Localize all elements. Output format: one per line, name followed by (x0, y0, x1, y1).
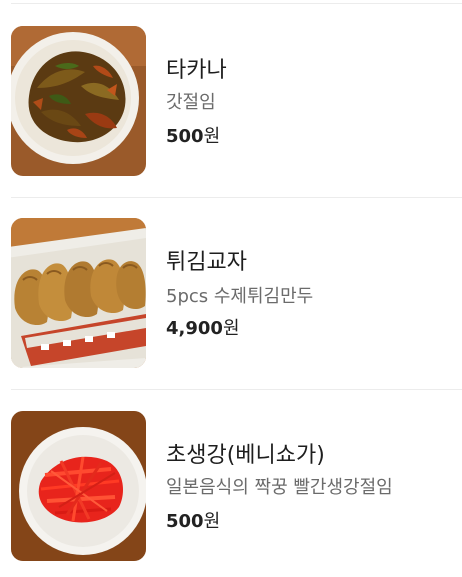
fried-gyoza-image (11, 218, 146, 368)
menu-item-name: 초생강(베니쇼가) (166, 443, 325, 468)
menu-item-takana[interactable]: 타카나 갓절임 500원 (0, 26, 462, 176)
price-amount: 4,900 (166, 318, 223, 339)
price-amount: 500 (166, 126, 204, 147)
item-divider (11, 197, 462, 198)
menu-item-description: 일본음식의 짝꿍 빨간생강절임 (166, 477, 393, 498)
item-divider (11, 389, 462, 390)
menu-item-price: 500원 (166, 507, 220, 533)
menu-item-fried-gyoza[interactable]: 튀김교자 5pcs 수제튀김만두 4,900원 (0, 218, 462, 368)
menu-item-name: 튀김교자 (166, 250, 247, 275)
menu-item-price: 500원 (166, 122, 220, 148)
menu-item-name: 타카나 (166, 58, 227, 83)
price-currency: 원 (222, 318, 240, 339)
price-amount: 500 (166, 511, 204, 532)
menu-item-description: 5pcs 수제튀김만두 (166, 286, 314, 307)
top-divider (11, 3, 462, 4)
price-currency: 원 (203, 126, 221, 147)
takana-dish-image (11, 26, 146, 176)
menu-item-price: 4,900원 (166, 314, 240, 340)
menu-item-pickled-ginger[interactable]: 초생강(베니쇼가) 일본음식의 짝꿍 빨간생강절임 500원 (0, 411, 462, 561)
pickled-ginger-image (11, 411, 146, 561)
menu-item-description: 갓절임 (166, 92, 216, 113)
price-currency: 원 (203, 511, 221, 532)
